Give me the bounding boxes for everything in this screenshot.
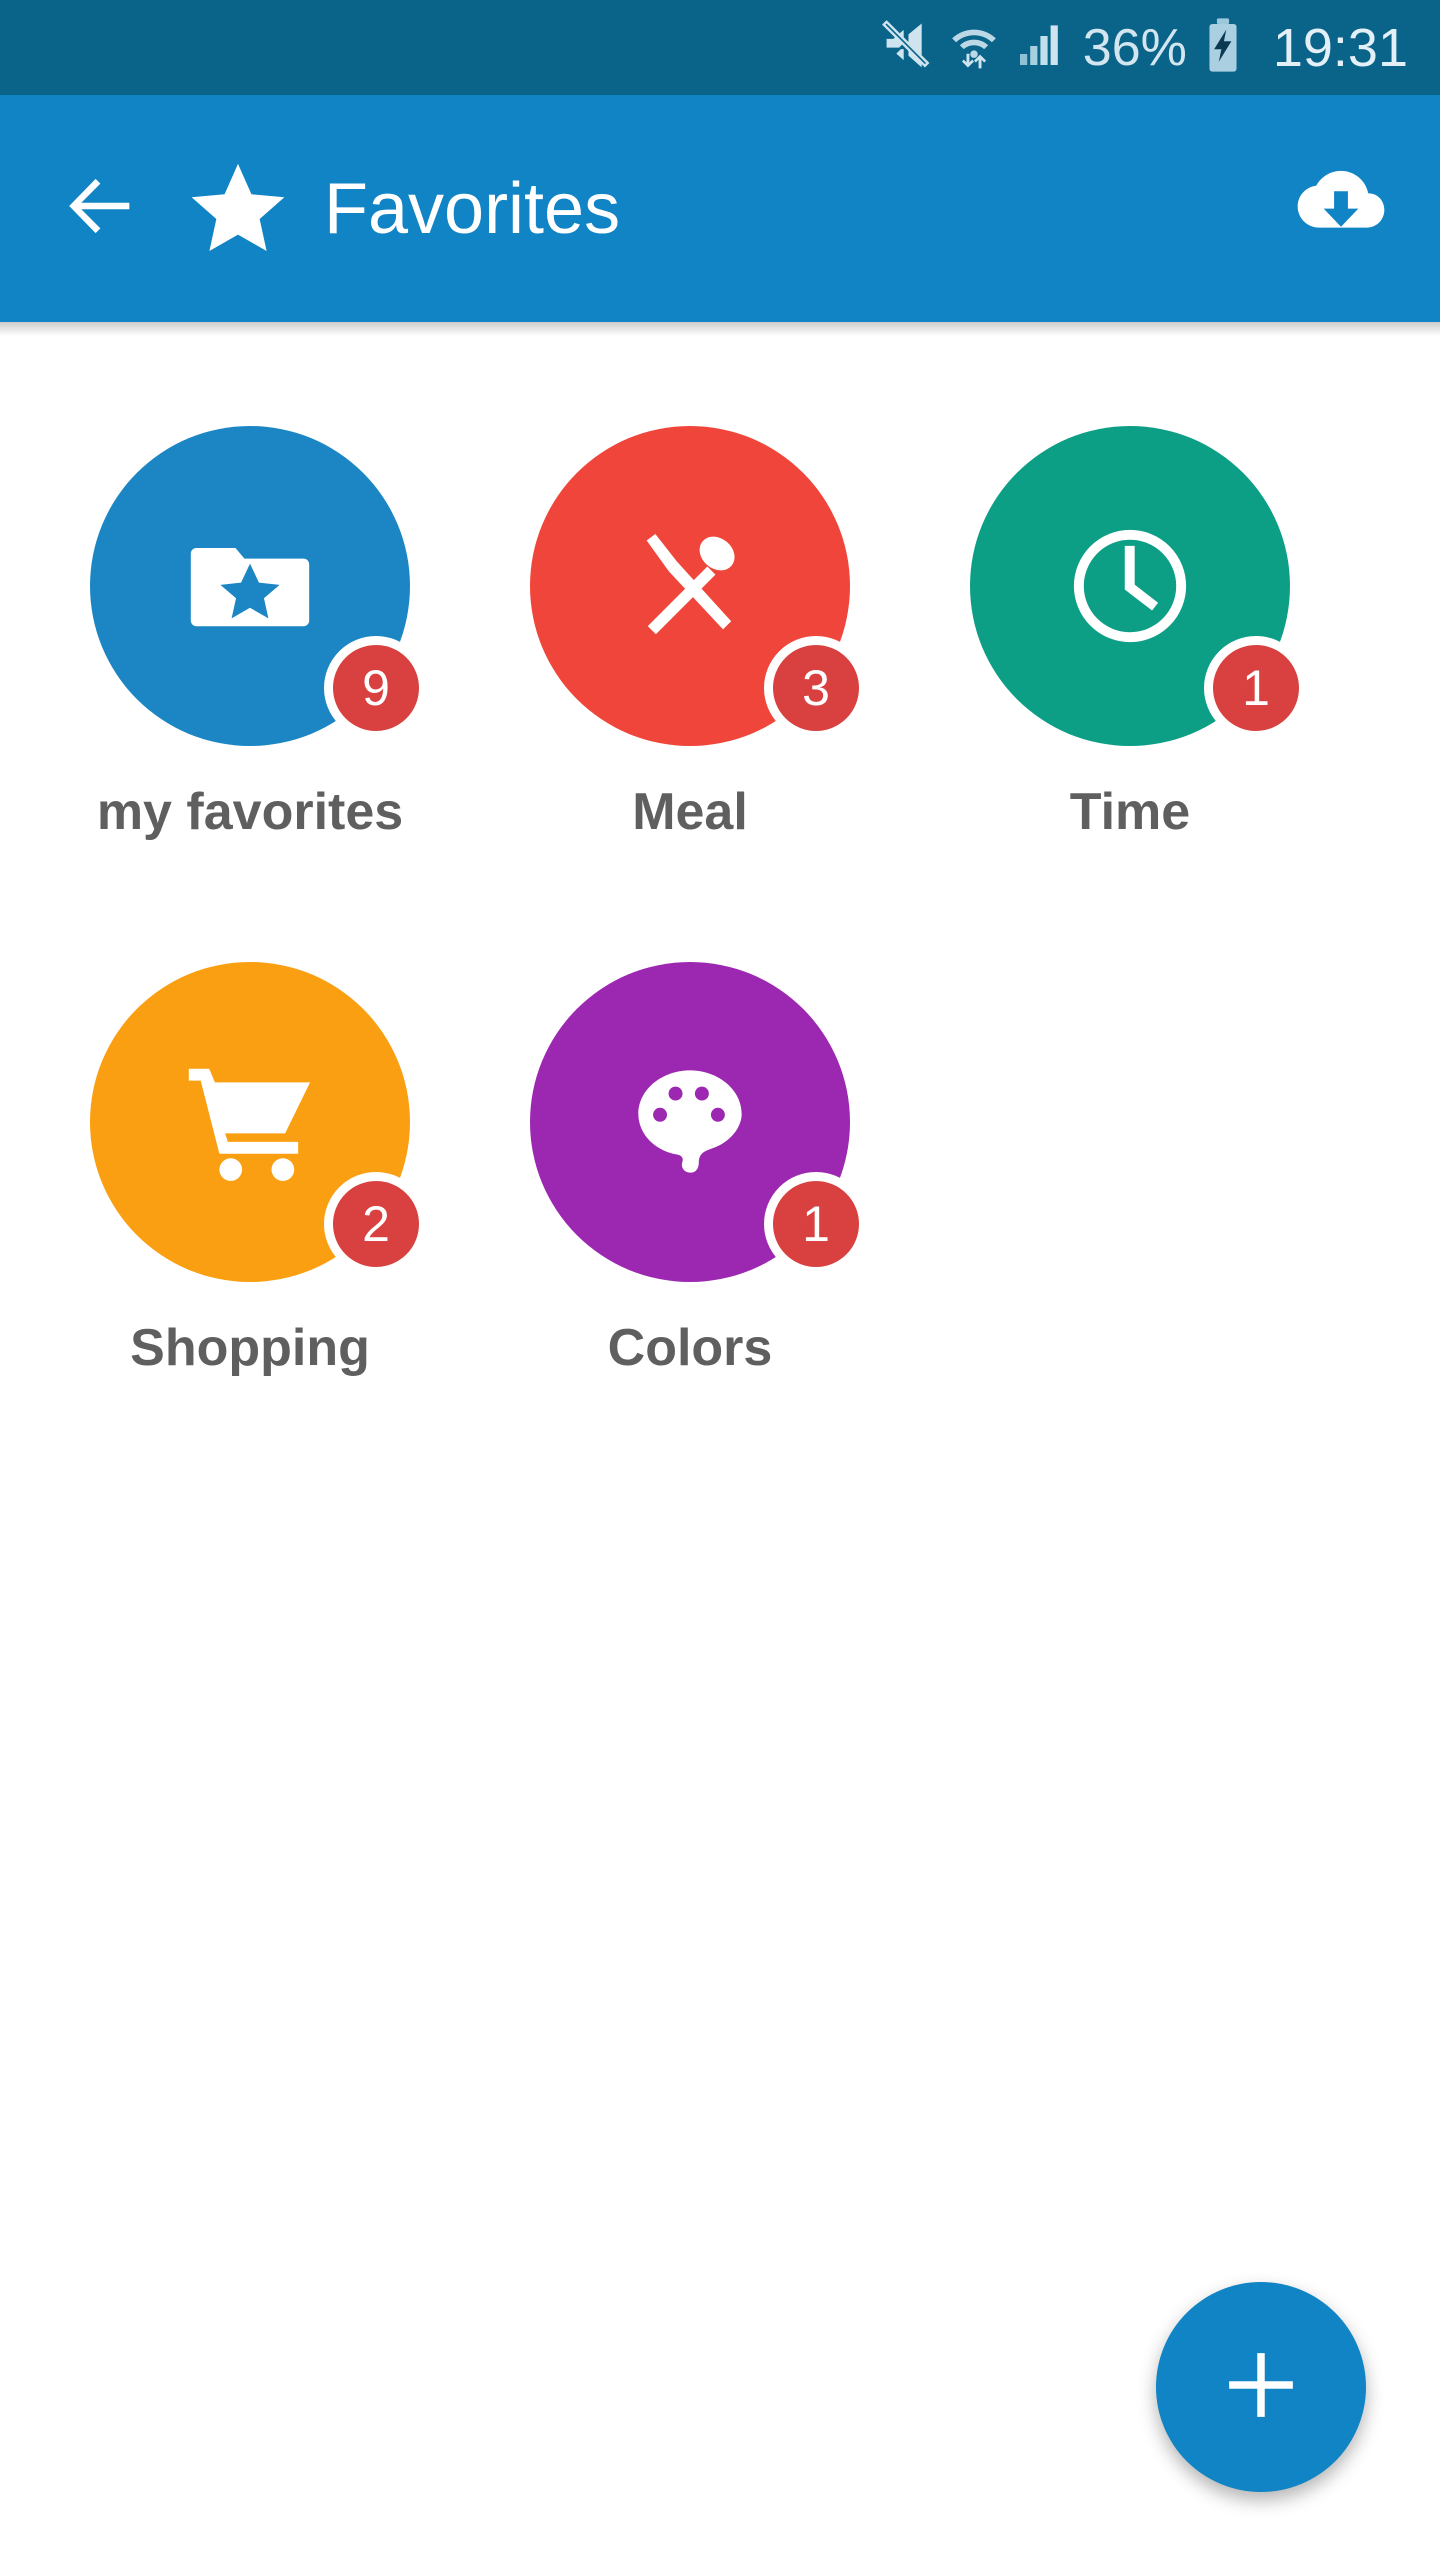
wifi-icon [949,19,999,76]
clock-icon [1064,520,1196,652]
app-bar-shadow [0,322,1440,336]
badge-count: 3 [764,636,868,740]
back-button[interactable] [52,161,148,257]
status-bar: 36% 19:31 [0,0,1440,95]
grid-item-meal[interactable]: 3 Meal [470,412,910,948]
cloud-download-icon [1289,154,1393,263]
bubble-wrapper: 3 [530,426,868,746]
badge-count: 1 [764,1172,868,1276]
plus-icon [1222,2346,1300,2429]
cutlery-icon [625,521,755,651]
cellular-signal-icon [1017,19,1065,76]
bubble-wrapper: 1 [970,426,1308,746]
grid-item-time[interactable]: 1 Time [910,412,1350,948]
bubble-wrapper: 9 [90,426,428,746]
badge-count: 2 [324,1172,428,1276]
grid-item-label: Meal [632,783,748,841]
shopping-cart-icon [182,1054,318,1190]
favorites-grid: 9 my favorites 3 Meal 1 Time 2 Shopping … [0,412,1440,1484]
grid-item-my-favorites[interactable]: 9 my favorites [30,412,470,948]
star-icon [186,157,290,261]
grid-item-label: my favorites [96,783,404,841]
bubble-wrapper: 2 [90,962,428,1282]
page-title: Favorites [324,168,621,249]
palette-icon [628,1060,752,1184]
grid-item-label: Shopping [130,1319,370,1377]
app-bar: Favorites [0,95,1440,322]
grid-item-colors[interactable]: 1 Colors [470,948,910,1484]
grid-item-label: Time [1069,783,1191,841]
badge-count: 1 [1204,636,1308,740]
battery-charging-icon [1205,17,1241,78]
add-favorite-fab[interactable] [1156,2282,1366,2492]
badge-count: 9 [324,636,428,740]
folder-star-icon [183,519,317,653]
arrow-left-icon [56,162,144,255]
grid-item-shopping[interactable]: 2 Shopping [30,948,470,1484]
battery-percent-text: 36% [1082,18,1187,77]
status-bar-icons: 36% 19:31 [879,17,1408,78]
status-bar-clock: 19:31 [1272,17,1408,78]
volume-mute-icon [879,19,931,76]
grid-item-label: Colors [607,1319,773,1377]
content-area: 9 my favorites 3 Meal 1 Time 2 Shopping … [0,336,1440,2560]
bubble-wrapper: 1 [530,962,868,1282]
cloud-download-button[interactable] [1286,154,1396,264]
